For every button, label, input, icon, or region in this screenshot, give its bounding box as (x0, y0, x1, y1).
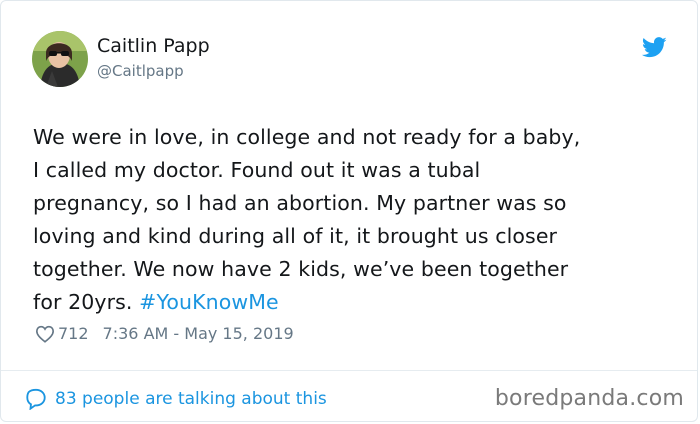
divider (1, 370, 697, 371)
tweet-meta: 712 7:36 AM - May 15, 2019 (35, 324, 294, 343)
author-display-name[interactable]: Caitlin Papp (97, 35, 210, 57)
tweet-card: Caitlin Papp @Caitlpapp We were in love,… (0, 0, 698, 422)
hashtag-link[interactable]: #YouKnowMe (139, 290, 279, 314)
twitter-bird-icon[interactable] (642, 37, 667, 58)
conversation-link[interactable]: 83 people are talking about this (25, 388, 327, 410)
timestamp[interactable]: 7:36 AM - May 15, 2019 (103, 324, 294, 343)
heart-icon[interactable] (35, 325, 55, 343)
avatar-image (32, 31, 88, 87)
tweet-body: We were in love, in college and not read… (33, 125, 581, 314)
author-handle[interactable]: @Caitlpapp (97, 62, 184, 80)
watermark: boredpanda.com (494, 386, 684, 411)
tweet-text: We were in love, in college and not read… (33, 121, 683, 319)
speech-bubble-icon (26, 388, 46, 410)
conversation-count-label[interactable]: 83 people are talking about this (55, 389, 327, 409)
like-count[interactable]: 712 (58, 324, 89, 343)
avatar[interactable] (32, 31, 88, 87)
